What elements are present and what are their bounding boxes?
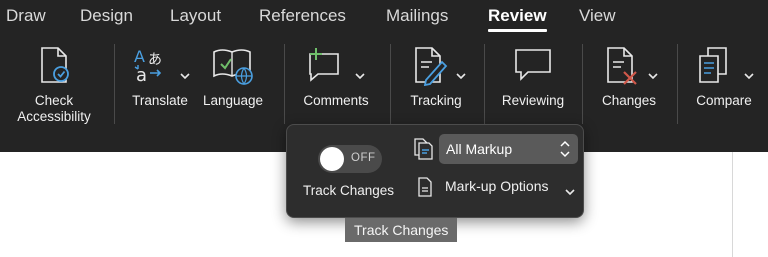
check-accessibility-label-line2: Accessibility (17, 109, 91, 124)
tracking-button[interactable]: Tracking (400, 42, 472, 122)
check-accessibility-button[interactable]: Check Accessibility (8, 42, 100, 132)
divider (284, 44, 285, 124)
tracking-label: Tracking (410, 93, 462, 108)
speech-bubble-icon (514, 46, 552, 84)
divider (582, 44, 583, 124)
tab-design[interactable]: Design (80, 6, 133, 26)
chevron-down-icon[interactable] (744, 68, 754, 80)
chevron-down-icon[interactable] (565, 183, 575, 201)
translate-icon: A あ a (132, 46, 172, 84)
track-changes-toggle[interactable]: OFF (318, 145, 382, 173)
tab-review[interactable]: Review (488, 6, 547, 26)
svg-text:A: A (134, 47, 145, 66)
tracking-popup: OFF Track Changes All Markup Mark-up Opt… (286, 124, 584, 218)
chevron-down-icon[interactable] (648, 68, 658, 80)
compare-button[interactable]: Compare (688, 42, 760, 122)
tab-layout[interactable]: Layout (170, 6, 221, 26)
accessibility-icon (38, 46, 72, 86)
translate-label: Translate (132, 93, 188, 108)
tooltip: Track Changes (345, 218, 458, 242)
active-tab-indicator (488, 29, 547, 32)
comments-button[interactable]: Comments (296, 42, 376, 122)
tab-references[interactable]: References (259, 6, 346, 26)
divider (677, 44, 678, 124)
changes-button[interactable]: Changes (594, 42, 664, 122)
chevron-down-icon[interactable] (355, 68, 365, 80)
tab-mailings[interactable]: Mailings (386, 6, 448, 26)
up-down-chevron-icon (560, 139, 570, 164)
tab-view[interactable]: View (579, 6, 616, 26)
toggle-knob (320, 147, 344, 171)
svg-text:あ: あ (148, 52, 162, 68)
document-margin-line (732, 152, 733, 257)
language-button[interactable]: Language (198, 42, 268, 122)
compare-label: Compare (696, 93, 752, 108)
markup-display-icon (413, 138, 433, 165)
changes-label: Changes (601, 93, 657, 108)
chevron-down-icon[interactable] (180, 68, 190, 80)
document-icon (417, 177, 433, 202)
divider (484, 44, 485, 124)
tab-draw[interactable]: Draw (6, 6, 46, 26)
comments-label: Comments (303, 93, 369, 108)
markup-select-value: All Markup (446, 141, 513, 157)
divider (390, 44, 391, 124)
word-app: Draw Design Layout References Mailings R… (0, 0, 768, 257)
compare-icon (696, 46, 734, 86)
reviewing-label: Reviewing (501, 93, 565, 108)
markup-options-button[interactable]: Mark-up Options (445, 178, 548, 194)
ribbon-tabs: Draw Design Layout References Mailings R… (0, 0, 768, 34)
tracking-icon (412, 46, 450, 86)
language-label: Language (202, 93, 264, 108)
track-changes-label: Track Changes (303, 183, 395, 198)
language-icon (212, 46, 256, 86)
divider (114, 44, 115, 124)
toggle-state-label: OFF (351, 152, 376, 164)
translate-button[interactable]: A あ a Translate (124, 42, 196, 122)
comment-icon (306, 46, 342, 84)
check-accessibility-label-line1: Check (34, 93, 74, 108)
markup-select[interactable]: All Markup (439, 134, 578, 164)
reject-change-icon (604, 46, 642, 86)
reviewing-button[interactable]: Reviewing (494, 42, 572, 122)
chevron-down-icon[interactable] (456, 68, 466, 80)
